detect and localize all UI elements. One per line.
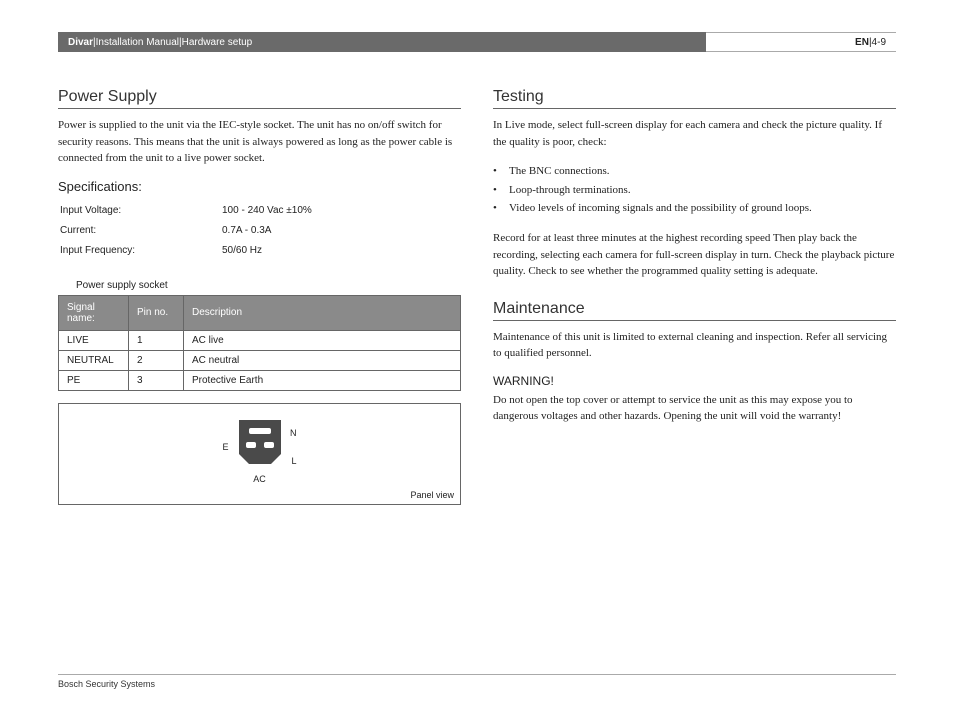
pin-label-l: L <box>291 456 296 466</box>
spec-row: Input Voltage: 100 - 240 Vac ±10% <box>60 202 312 220</box>
heading-maintenance: Maintenance <box>493 300 896 321</box>
specifications-table: Input Voltage: 100 - 240 Vac ±10% Curren… <box>58 200 314 262</box>
heading-testing: Testing <box>493 88 896 109</box>
col-desc: Description <box>184 295 461 330</box>
spec-row: Current: 0.7A - 0.3A <box>60 222 312 240</box>
pinout-table: Signal name: Pin no. Description LIVE 1 … <box>58 295 461 391</box>
right-column: Testing In Live mode, select full-screen… <box>493 88 896 505</box>
table-row: NEUTRAL 2 AC neutral <box>59 350 461 370</box>
spec-label: Current: <box>60 222 220 240</box>
list-item: Video levels of incoming signals and the… <box>493 199 896 218</box>
testing-intro: In Live mode, select full-screen display… <box>493 117 896 150</box>
spec-value: 0.7A - 0.3A <box>222 222 312 240</box>
iec-socket-icon <box>235 414 285 470</box>
spec-row: Input Frequency: 50/60 Hz <box>60 242 312 260</box>
panel-diagram: E N L AC Panel view <box>58 403 461 505</box>
col-signal: Signal name: <box>59 295 129 330</box>
heading-specifications: Specifications: <box>58 179 461 194</box>
heading-power-supply: Power Supply <box>58 88 461 109</box>
footer-company: Bosch Security Systems <box>58 674 896 689</box>
spec-value: 100 - 240 Vac ±10% <box>222 202 312 220</box>
spec-value: 50/60 Hz <box>222 242 312 260</box>
doc-title: Installation Manual <box>96 37 179 48</box>
list-item: The BNC connections. <box>493 162 896 181</box>
panel-view-label: Panel view <box>410 490 454 500</box>
page-number: 4-9 <box>872 37 886 48</box>
page-indicator: EN | 4-9 <box>706 32 896 52</box>
lang-code: EN <box>855 37 869 48</box>
header-bar: Divar | Installation Manual | Hardware s… <box>58 32 896 52</box>
warning-text: Do not open the top cover or attempt to … <box>493 392 896 425</box>
list-item: Loop-through terminations. <box>493 181 896 200</box>
left-column: Power Supply Power is supplied to the un… <box>58 88 461 505</box>
table-row: PE 3 Protective Earth <box>59 370 461 390</box>
spec-label: Input Voltage: <box>60 202 220 220</box>
power-supply-text: Power is supplied to the unit via the IE… <box>58 117 461 167</box>
product-name: Divar <box>68 37 93 48</box>
heading-warning: WARNING! <box>493 374 896 388</box>
pin-label-n: N <box>290 428 297 438</box>
testing-record-text: Record for at least three minutes at the… <box>493 230 896 280</box>
maintenance-text: Maintenance of this unit is limited to e… <box>493 329 896 362</box>
table-row: LIVE 1 AC live <box>59 330 461 350</box>
testing-checklist: The BNC connections. Loop-through termin… <box>493 162 896 218</box>
pin-label-e: E <box>223 442 229 452</box>
ac-label: AC <box>235 474 285 484</box>
spec-label: Input Frequency: <box>60 242 220 260</box>
col-pinno: Pin no. <box>129 295 184 330</box>
breadcrumb: Divar | Installation Manual | Hardware s… <box>58 32 706 52</box>
socket-caption: Power supply socket <box>76 280 461 291</box>
section-name: Hardware setup <box>182 37 253 48</box>
